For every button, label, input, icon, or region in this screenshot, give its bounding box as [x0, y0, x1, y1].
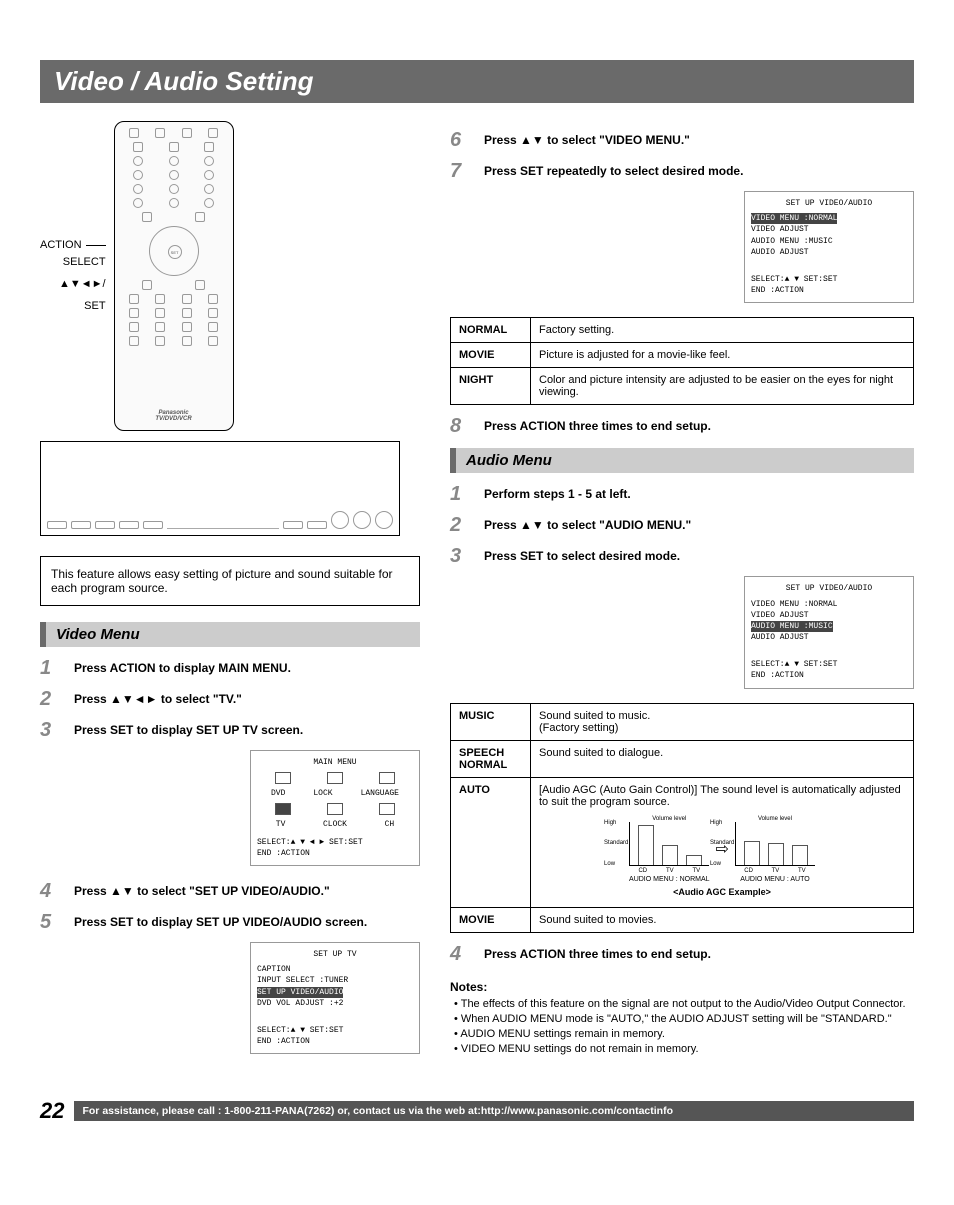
- osd-va1: SET UP VIDEO/AUDIO VIDEO MENU :NORMAL VI…: [744, 191, 914, 303]
- right-column: 6Press ▲▼ to select "VIDEO MENU." 7Press…: [450, 121, 914, 1068]
- agc-diagram: Volume level High Standard Low: [539, 808, 905, 901]
- callout-set: SET: [84, 298, 105, 316]
- audio-menu-header: Audio Menu: [450, 448, 914, 473]
- columns: ACTION SELECT ▲▼◄►/ SET SET: [40, 121, 914, 1068]
- list-item: VIDEO MENU settings do not remain in mem…: [450, 1043, 914, 1055]
- remote-model: TV/DVD/VCR: [155, 416, 191, 422]
- video-step-7: 7Press SET repeatedly to select desired …: [450, 160, 914, 183]
- osd-va2: SET UP VIDEO/AUDIO VIDEO MENU :NORMAL VI…: [744, 576, 914, 688]
- table-row: NIGHTColor and picture intensity are adj…: [451, 368, 914, 405]
- table-row: AUTO [Audio AGC (Auto Gain Control)] The…: [451, 777, 914, 907]
- table-row: NORMALFactory setting.: [451, 318, 914, 343]
- agc-graph-left-icon: High Standard Low: [629, 822, 709, 866]
- page: Video / Audio Setting ACTION SELECT ▲▼◄►…: [0, 0, 954, 1154]
- list-item: AUDIO MENU settings remain in memory.: [450, 1028, 914, 1040]
- video-step-2: 2Press ▲▼◄► to select "TV.": [40, 688, 420, 711]
- footer: 22 For assistance, please call : 1-800-2…: [40, 1098, 914, 1124]
- audio-step-3: 3Press SET to select desired mode.: [450, 545, 914, 568]
- remote-control-illustration: SET PanasonicTV/DVD/VCR: [114, 121, 234, 431]
- callout-action: ACTION: [40, 237, 82, 255]
- page-number: 22: [40, 1098, 64, 1124]
- callout-select-arrows: ▲▼◄►/: [59, 276, 106, 294]
- video-modes-table: NORMALFactory setting. MOVIEPicture is a…: [450, 317, 914, 405]
- intro-box: This feature allows easy setting of pict…: [40, 556, 420, 606]
- callout-select: SELECT: [63, 254, 106, 272]
- footer-assist-bar: For assistance, please call : 1-800-211-…: [74, 1101, 914, 1121]
- table-row: MOVIESound suited to movies.: [451, 907, 914, 932]
- list-item: The effects of this feature on the signa…: [450, 998, 914, 1010]
- table-row: MOVIEPicture is adjusted for a movie-lik…: [451, 343, 914, 368]
- audio-step-4: 4Press ACTION three times to end setup.: [450, 943, 914, 966]
- table-row: MUSICSound suited to music.(Factory sett…: [451, 703, 914, 740]
- osd-main-menu: MAIN MENU DVDLOCKLANGUAGE TVCLOCKCH SELE…: [250, 750, 420, 866]
- notes-header: Notes:: [450, 980, 914, 994]
- remote-area: ACTION SELECT ▲▼◄►/ SET SET: [40, 121, 420, 431]
- left-column: ACTION SELECT ▲▼◄►/ SET SET: [40, 121, 420, 1068]
- page-title: Video / Audio Setting: [40, 60, 914, 103]
- dpad-icon: SET: [149, 226, 199, 276]
- agc-graph-right-icon: High Standard Low: [735, 822, 815, 866]
- audio-modes-table: MUSICSound suited to music.(Factory sett…: [450, 703, 914, 933]
- video-step-1: 1Press ACTION to display MAIN MENU.: [40, 657, 420, 680]
- video-step-8: 8Press ACTION three times to end setup.: [450, 415, 914, 438]
- remote-callouts: ACTION SELECT ▲▼◄►/ SET: [40, 237, 106, 315]
- video-step-3: 3Press SET to display SET UP TV screen.: [40, 719, 420, 742]
- device-front-illustration: [40, 441, 400, 536]
- video-step-4: 4Press ▲▼ to select "SET UP VIDEO/AUDIO.…: [40, 880, 420, 903]
- list-item: When AUDIO MENU mode is "AUTO," the AUDI…: [450, 1013, 914, 1025]
- osd-setup-tv: SET UP TV CAPTION INPUT SELECT :TUNER SE…: [250, 942, 420, 1054]
- audio-step-2: 2Press ▲▼ to select "AUDIO MENU.": [450, 514, 914, 537]
- video-step-5: 5Press SET to display SET UP VIDEO/AUDIO…: [40, 911, 420, 934]
- audio-step-1: 1Perform steps 1 - 5 at left.: [450, 483, 914, 506]
- video-step-6: 6Press ▲▼ to select "VIDEO MENU.": [450, 129, 914, 152]
- notes-list: The effects of this feature on the signa…: [450, 998, 914, 1055]
- video-menu-header: Video Menu: [40, 622, 420, 647]
- table-row: SPEECH NORMALSound suited to dialogue.: [451, 740, 914, 777]
